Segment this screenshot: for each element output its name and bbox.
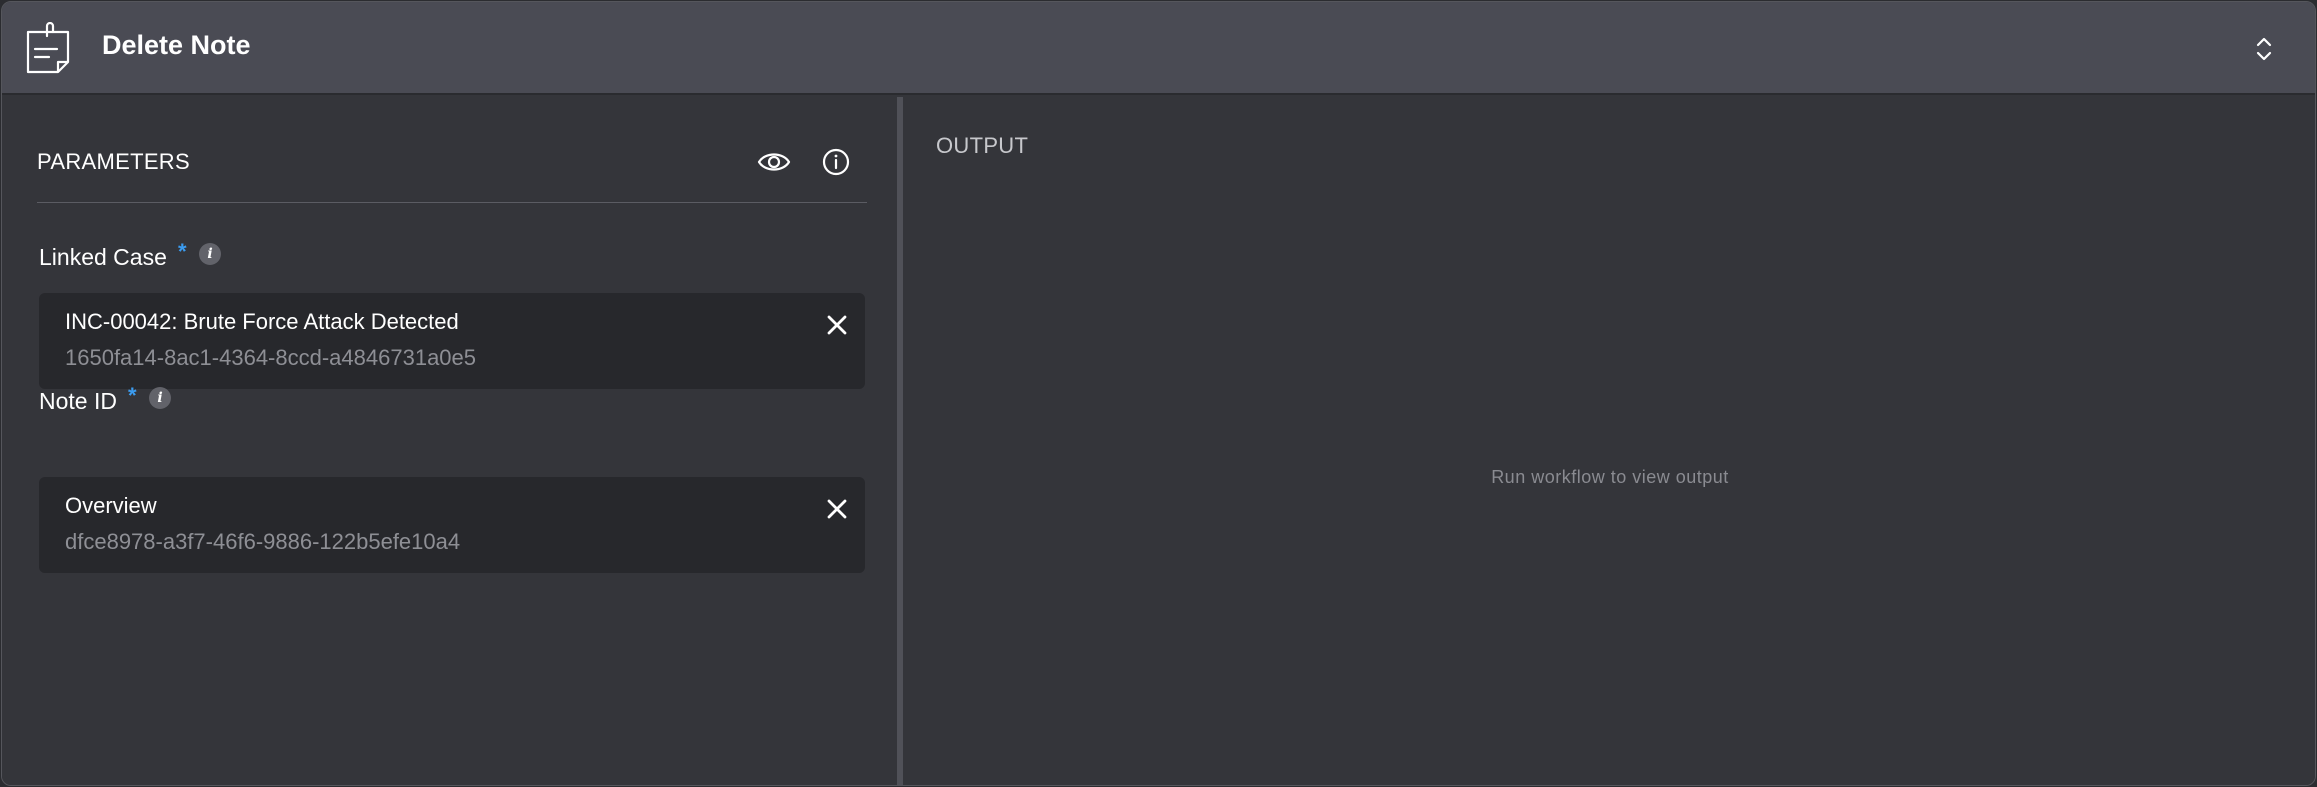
note-id-value: dfce8978-a3f7-46f6-9886-122b5efe10a4 — [65, 529, 461, 554]
close-icon[interactable] — [825, 497, 849, 521]
close-icon[interactable] — [825, 313, 849, 337]
note-id-chip[interactable]: Overview dfce8978-a3f7-46f6-9886-122b5ef… — [39, 477, 865, 573]
output-panel: OUTPUT Run workflow to view output — [903, 97, 2315, 785]
eye-icon[interactable] — [757, 149, 791, 175]
linked-case-chip[interactable]: INC-00042: Brute Force Attack Detected 1… — [39, 293, 865, 389]
header: Delete Note — [2, 2, 2315, 95]
delete-note-window: Delete Note PARAMETERS Linked Case * i I… — [1, 1, 2316, 786]
chevron-up-down-icon[interactable] — [2252, 34, 2276, 64]
parameters-title: PARAMETERS — [37, 149, 190, 174]
linked-case-label: Linked Case — [39, 244, 167, 270]
required-marker: * — [178, 239, 187, 264]
note-id-title: Overview — [65, 493, 157, 518]
page-title: Delete Note — [102, 30, 251, 60]
note-id-info-icon[interactable]: i — [149, 387, 171, 409]
parameters-panel: PARAMETERS Linked Case * i INC-00042: Br… — [2, 97, 897, 785]
section-divider — [37, 202, 867, 203]
required-marker: * — [128, 383, 137, 408]
linked-case-id: 1650fa14-8ac1-4364-8ccd-a4846731a0e5 — [65, 345, 477, 370]
output-empty-message: Run workflow to view output — [1491, 467, 1729, 487]
note-id-label: Note ID — [39, 388, 117, 414]
sticky-note-icon — [26, 22, 70, 74]
info-circle-icon[interactable] — [822, 148, 850, 176]
linked-case-info-icon[interactable]: i — [199, 243, 221, 265]
output-title: OUTPUT — [936, 133, 1029, 158]
linked-case-title: INC-00042: Brute Force Attack Detected — [65, 309, 459, 334]
